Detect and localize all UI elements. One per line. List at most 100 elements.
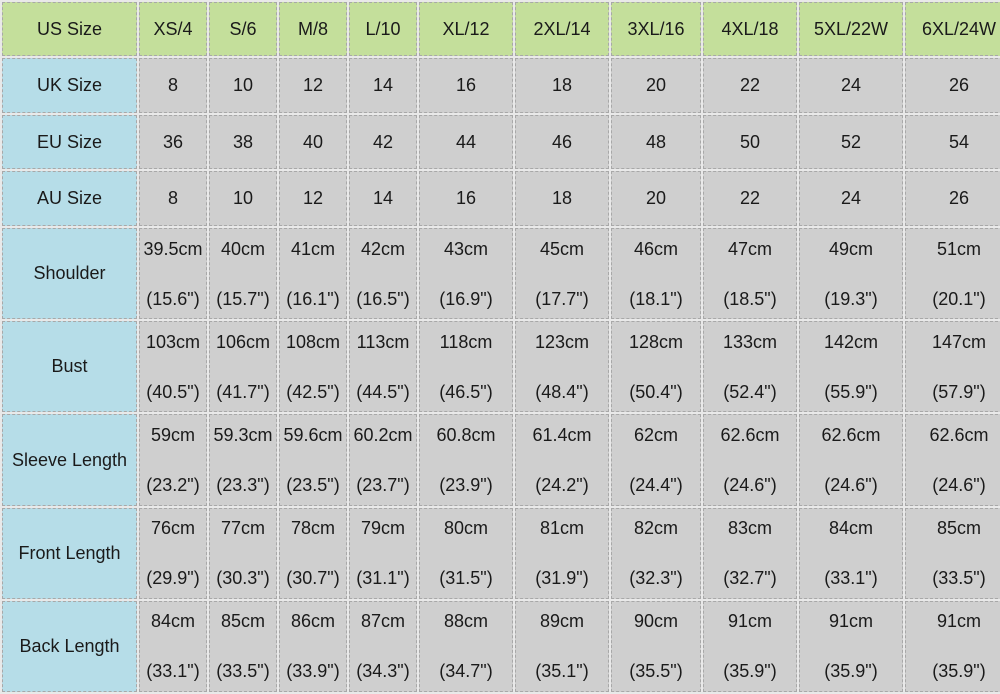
measurement-cell: 59cm (23.2"): [139, 414, 207, 506]
inch-value: (23.2"): [146, 475, 200, 496]
measurement-cell: 62cm (24.4"): [611, 414, 701, 506]
table-row: Back Length 84cm (33.1") 85cm (33.5") 86cm (33…: [2, 600, 1000, 692]
measurement-cell: 62.6cm (24.6"): [703, 414, 797, 506]
inch-value: (18.1"): [629, 288, 683, 309]
inch-value: (33.1"): [824, 568, 878, 589]
inch-value: (46.5"): [439, 381, 493, 402]
cm-value: 60.8cm: [436, 425, 496, 446]
measurement-cell: 142cm (55.9"): [799, 321, 903, 413]
cm-value: 82cm: [633, 518, 678, 539]
size-cell: 18: [515, 58, 609, 113]
row-label: Front Length: [2, 507, 137, 599]
row-label: UK Size: [2, 58, 137, 113]
row-label: EU Size: [2, 114, 137, 170]
measurement-cell: 86cm (33.9"): [279, 600, 347, 692]
size-cell: 14: [349, 171, 417, 227]
inch-value: (23.3"): [216, 475, 270, 496]
cm-value: 79cm: [360, 518, 405, 539]
header-size: 4XL/18: [703, 2, 797, 56]
inch-value: (24.6"): [932, 475, 986, 496]
inch-value: (34.3"): [356, 661, 410, 682]
measurement-cell: 84cm (33.1"): [799, 507, 903, 599]
cm-value: 84cm: [828, 518, 873, 539]
cm-value: 47cm: [727, 238, 772, 259]
cm-value: 81cm: [539, 518, 584, 539]
cm-value: 87cm: [360, 611, 405, 632]
cm-value: 62.6cm: [720, 425, 780, 446]
size-cell: 24: [799, 58, 903, 113]
inch-value: (19.3"): [824, 288, 878, 309]
inch-value: (15.7"): [216, 288, 270, 309]
table-row: Sleeve Length 59cm (23.2") 59.3cm (23.3") 59.…: [2, 414, 1000, 506]
measurement-cell: 76cm (29.9"): [139, 507, 207, 599]
size-cell: 46: [515, 114, 609, 170]
inch-value: (50.4"): [629, 381, 683, 402]
measurement-cell: 103cm (40.5"): [139, 321, 207, 413]
inch-value: (35.9"): [932, 661, 986, 682]
size-cell: 44: [419, 114, 513, 170]
cm-value: 59.3cm: [213, 425, 273, 446]
inch-value: (35.1"): [535, 661, 589, 682]
measurement-cell: 89cm (35.1"): [515, 600, 609, 692]
measurement-cell: 133cm (52.4"): [703, 321, 797, 413]
cm-value: 118cm: [439, 331, 493, 352]
measurement-cell: 39.5cm (15.6"): [139, 228, 207, 320]
cm-value: 59.6cm: [283, 425, 343, 446]
size-cell: 16: [419, 171, 513, 227]
size-cell: 10: [209, 171, 277, 227]
cm-value: 123cm: [534, 331, 590, 352]
cm-value: 91cm: [727, 611, 772, 632]
table-row: EU Size 36 38 40 42 44 46 48 50 52 54: [2, 114, 1000, 170]
size-cell: 36: [139, 114, 207, 170]
measurement-cell: 90cm (35.5"): [611, 600, 701, 692]
inch-value: (18.5"): [723, 288, 777, 309]
size-cell: 8: [139, 171, 207, 227]
measurement-cell: 85cm (33.5"): [209, 600, 277, 692]
measurement-cell: 77cm (30.3"): [209, 507, 277, 599]
measurement-cell: 91cm (35.9"): [703, 600, 797, 692]
inch-value: (55.9"): [824, 381, 878, 402]
measurement-cell: 78cm (30.7"): [279, 507, 347, 599]
measurement-cell: 43cm (16.9"): [419, 228, 513, 320]
inch-value: (17.7"): [535, 288, 589, 309]
cm-value: 103cm: [145, 331, 201, 352]
size-cell: 24: [799, 171, 903, 227]
size-cell: 14: [349, 58, 417, 113]
measurement-cell: 62.6cm (24.6"): [905, 414, 1000, 506]
measurement-cell: 46cm (18.1"): [611, 228, 701, 320]
measurement-cell: 42cm (16.5"): [349, 228, 417, 320]
inch-value: (35.5"): [629, 661, 683, 682]
size-cell: 40: [279, 114, 347, 170]
cm-value: 39.5cm: [143, 238, 203, 259]
measurement-cell: 87cm (34.3"): [349, 600, 417, 692]
measurement-cell: 82cm (32.3"): [611, 507, 701, 599]
inch-value: (24.6"): [824, 475, 878, 496]
inch-value: (24.6"): [723, 475, 777, 496]
header-size: S/6: [209, 2, 277, 56]
table-row: Shoulder 39.5cm (15.6") 40cm (15.7") 41cm (16.…: [2, 228, 1000, 320]
cm-value: 62cm: [633, 425, 678, 446]
size-cell: 12: [279, 58, 347, 113]
measurement-cell: 40cm (15.7"): [209, 228, 277, 320]
cm-value: 62.6cm: [929, 425, 989, 446]
inch-value: (33.9"): [286, 661, 340, 682]
measurement-cell: 83cm (32.7"): [703, 507, 797, 599]
measurement-cell: 88cm (34.7"): [419, 600, 513, 692]
inch-value: (33.5"): [216, 661, 270, 682]
cm-value: 80cm: [443, 518, 488, 539]
measurement-cell: 85cm (33.5"): [905, 507, 1000, 599]
size-chart-table: US Size XS/4 S/6 M/8 L/10 XL/12 2XL/14 3…: [0, 0, 1000, 694]
cm-value: 90cm: [633, 611, 678, 632]
measurement-cell: 60.8cm (23.9"): [419, 414, 513, 506]
measurement-cell: 108cm (42.5"): [279, 321, 347, 413]
measurement-cell: 49cm (19.3"): [799, 228, 903, 320]
row-label: Bust: [2, 321, 137, 413]
cm-value: 86cm: [290, 611, 335, 632]
measurement-cell: 106cm (41.7"): [209, 321, 277, 413]
table-row: UK Size 8 10 12 14 16 18 20 22 24 26: [2, 58, 1000, 113]
cm-value: 40cm: [220, 238, 265, 259]
measurement-cell: 147cm (57.9"): [905, 321, 1000, 413]
inch-value: (23.7"): [356, 475, 410, 496]
inch-value: (20.1"): [932, 288, 986, 309]
cm-value: 84cm: [150, 611, 195, 632]
